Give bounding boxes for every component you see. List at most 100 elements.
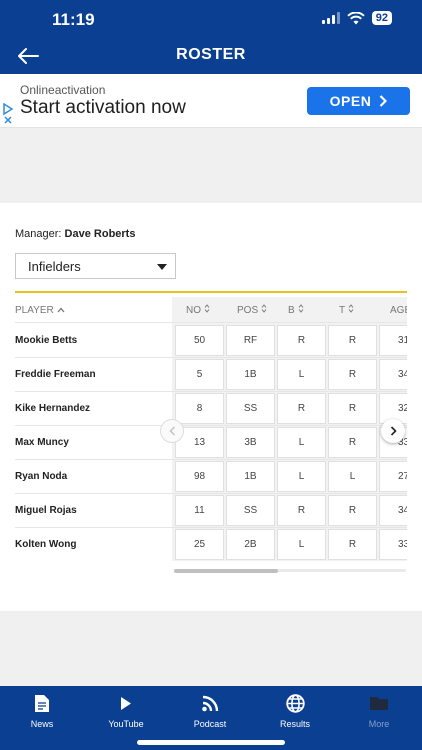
cell-pos: SS <box>226 495 275 526</box>
globe-icon <box>285 694 305 713</box>
cell-t: R <box>328 427 377 458</box>
ad-open-label: OPEN <box>329 93 372 109</box>
chevron-right-icon <box>390 426 397 436</box>
scroll-right-button[interactable] <box>381 419 405 443</box>
column-header-b[interactable]: B <box>288 297 304 323</box>
status-time: 11:19 <box>52 10 95 29</box>
cell-t: R <box>328 393 377 424</box>
cell-pos: RF <box>226 325 275 356</box>
play-icon <box>121 697 131 710</box>
sort-icon <box>204 304 210 316</box>
column-header-age[interactable]: AGE <box>390 297 407 323</box>
sort-icon <box>298 304 304 316</box>
tab-label: Results <box>279 719 310 729</box>
cell-pos: 1B <box>226 461 275 492</box>
tab-label: News <box>30 719 54 729</box>
manager-name: Dave Roberts <box>64 228 136 240</box>
column-header-label: T <box>339 304 346 316</box>
table-row[interactable]: Mookie Betts 50 RF R R 31 <box>15 324 407 358</box>
cell-no: 98 <box>175 461 224 492</box>
folder-icon <box>370 697 388 710</box>
player-name[interactable]: Mookie Betts <box>15 335 77 346</box>
scroll-left-button[interactable] <box>160 419 184 443</box>
cell-no: 50 <box>175 325 224 356</box>
battery-icon: 92 <box>371 11 392 25</box>
column-header-player[interactable]: PLAYER <box>15 297 65 323</box>
tab-news[interactable]: News <box>0 694 84 729</box>
column-header-label: B <box>288 304 295 316</box>
table-row[interactable]: Max Muncy 13 3B L R 33 <box>15 426 407 460</box>
cell-b: R <box>277 393 326 424</box>
cell-b: L <box>277 427 326 458</box>
status-bar: 11:19 92 <box>0 0 422 38</box>
ad-headline[interactable]: Start activation now <box>20 97 186 119</box>
player-name[interactable]: Ryan Noda <box>15 471 67 482</box>
column-header-label: PLAYER <box>15 304 54 316</box>
sort-icon <box>348 304 354 316</box>
dropdown-selected: Infielders <box>28 259 81 274</box>
cell-no: 8 <box>175 393 224 424</box>
cell-t: R <box>328 359 377 390</box>
cell-b: L <box>277 461 326 492</box>
player-name[interactable]: Miguel Rojas <box>15 505 77 516</box>
wifi-icon <box>347 11 365 24</box>
column-header-label: AGE <box>390 304 407 316</box>
chevron-right-icon <box>380 95 388 107</box>
ad-open-button[interactable]: OPEN <box>307 87 410 115</box>
sort-icon <box>261 304 267 316</box>
status-icons: 92 <box>321 11 392 25</box>
cell-age: 27 <box>379 461 407 492</box>
cell-pos: SS <box>226 393 275 424</box>
signal-icon <box>321 12 340 24</box>
column-header-t[interactable]: T <box>339 297 354 323</box>
home-indicator <box>137 740 285 745</box>
manager-label: Manager: <box>15 228 62 240</box>
cell-age: 31 <box>379 325 407 356</box>
ad-choices-icon[interactable] <box>3 103 13 125</box>
cell-b: L <box>277 359 326 390</box>
column-header-no[interactable]: NO <box>186 297 210 323</box>
column-header-label: POS <box>237 304 259 316</box>
player-name[interactable]: Kolten Wong <box>15 539 76 550</box>
cell-b: R <box>277 325 326 356</box>
table-header: PLAYER NO POS B T AGE <box>15 297 407 323</box>
player-name[interactable]: Kike Hernandez <box>15 403 90 414</box>
ad-banner[interactable]: Onlineactivation Start activation now OP… <box>0 74 422 128</box>
tab-youtube[interactable]: YouTube <box>84 694 168 729</box>
cell-t: L <box>328 461 377 492</box>
page-title: ROSTER <box>176 46 246 63</box>
ad-advertiser: Onlineactivation <box>20 83 106 97</box>
column-header-label: NO <box>186 304 201 316</box>
tab-label: Podcast <box>193 719 227 729</box>
app-bar: ROSTER <box>0 38 422 74</box>
column-header-pos[interactable]: POS <box>237 297 267 323</box>
player-name[interactable]: Max Muncy <box>15 437 69 448</box>
tab-more[interactable]: More <box>337 694 421 729</box>
cell-pos: 2B <box>226 529 275 560</box>
cell-pos: 3B <box>226 427 275 458</box>
horizontal-scrollbar[interactable] <box>174 569 278 573</box>
sort-ascending-icon <box>57 305 65 316</box>
table-row[interactable]: Kike Hernandez 8 SS R R 32 <box>15 392 407 426</box>
table-row[interactable]: Ryan Noda 98 1B L L 27 <box>15 460 407 494</box>
divider <box>15 291 407 293</box>
cell-pos: 1B <box>226 359 275 390</box>
tab-results[interactable]: Results <box>253 694 337 729</box>
cell-age: 34 <box>379 495 407 526</box>
cell-t: R <box>328 325 377 356</box>
rss-icon <box>202 695 219 712</box>
cell-age: 33 <box>379 529 407 560</box>
cell-no: 11 <box>175 495 224 526</box>
cell-b: R <box>277 495 326 526</box>
table-row[interactable]: Kolten Wong 25 2B L R 33 <box>15 528 407 561</box>
table-row[interactable]: Freddie Freeman 5 1B L R 34 <box>15 358 407 392</box>
cell-no: 25 <box>175 529 224 560</box>
table-row[interactable]: Miguel Rojas 11 SS R R 34 <box>15 494 407 528</box>
cell-t: R <box>328 529 377 560</box>
tab-podcast[interactable]: Podcast <box>168 694 252 729</box>
roster-table[interactable]: PLAYERNOPOSBTAGE Mookie Betts50RFRR31Fre… <box>15 297 407 561</box>
player-name[interactable]: Freddie Freeman <box>15 369 96 380</box>
position-filter-dropdown[interactable]: Infielders <box>15 253 176 279</box>
roster-card: Manager: Dave Roberts Infielders PLAYER N… <box>0 203 422 611</box>
cell-age: 34 <box>379 359 407 390</box>
